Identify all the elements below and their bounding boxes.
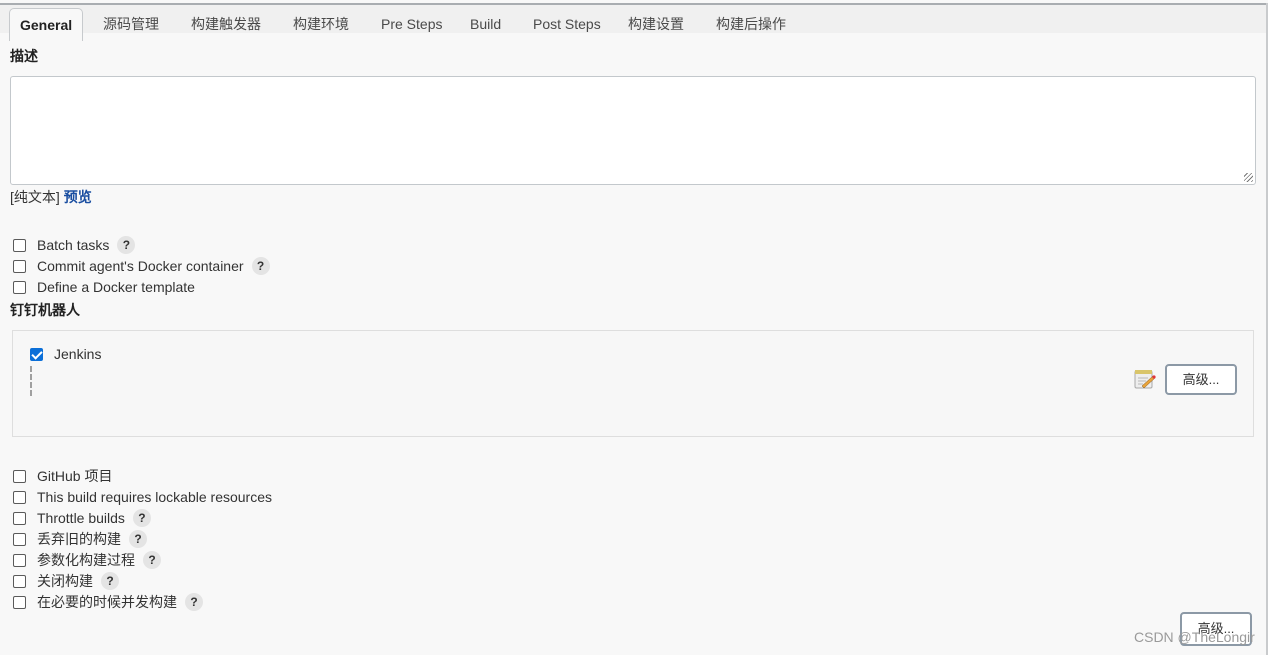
help-icon[interactable]: ? [132,509,151,527]
option-label: This build requires lockable resources [37,489,272,505]
batch-tasks-checkbox[interactable] [13,238,26,252]
throttle-builds-checkbox[interactable] [13,511,26,525]
jenkins-robot-checkbox[interactable] [30,347,43,361]
option-define-docker-template: Define a Docker template [13,277,195,297]
help-icon[interactable]: ? [117,236,136,254]
notepad-edit-icon[interactable] [1134,368,1156,390]
nested-indent-line [30,366,32,396]
parameterized-build-checkbox[interactable] [13,553,26,567]
commit-docker-checkbox[interactable] [13,259,26,273]
dingtalk-section-label: 钉钉机器人 [10,302,80,318]
help-icon[interactable]: ? [185,593,203,611]
github-project-checkbox[interactable] [13,469,26,483]
option-parameterized-build: 参数化构建过程 ? [13,550,161,570]
option-commit-docker-container: Commit agent's Docker container ? [13,256,270,276]
tab-build-settings[interactable]: 构建设置 [618,8,694,41]
description-textarea[interactable] [10,76,1256,185]
option-label: Define a Docker template [37,279,195,295]
discard-old-builds-checkbox[interactable] [13,532,26,546]
option-label: 丢弃旧的构建 [37,531,121,547]
option-label: Batch tasks [37,237,110,253]
tab-build-triggers[interactable]: 构建触发器 [181,8,271,41]
description-format-links: [纯文本] 预览 [10,187,92,207]
tab-post-steps[interactable]: Post Steps [523,8,611,41]
disable-build-checkbox[interactable] [13,574,26,588]
description-label: 描述 [10,48,38,64]
option-label: 关闭构建 [37,573,93,589]
lockable-resources-checkbox[interactable] [13,490,26,504]
option-lockable-resources: This build requires lockable resources [13,487,272,507]
option-github-project: GitHub 项目 [13,466,112,486]
option-label: 在必要的时候并发构建 [37,594,177,610]
tab-build-environment[interactable]: 构建环境 [283,8,359,41]
tab-post-build-actions[interactable]: 构建后操作 [706,8,796,41]
resize-handle[interactable] [1244,173,1253,182]
tab-pre-steps[interactable]: Pre Steps [371,8,452,41]
dingtalk-robot-panel: Jenkins [12,330,1254,437]
preview-link[interactable]: 预览 [64,189,92,205]
option-disable-build: 关闭构建 ? [13,571,119,591]
tab-general[interactable]: General [9,8,84,41]
help-icon[interactable]: ? [129,530,147,548]
tab-source-management[interactable]: 源码管理 [93,8,169,41]
concurrent-builds-checkbox[interactable] [13,595,26,609]
tab-build[interactable]: Build [460,8,511,41]
dingtalk-advanced-button[interactable]: 高级... [1165,364,1237,395]
option-label: GitHub 项目 [37,468,113,484]
option-concurrent-builds: 在必要的时候并发构建 ? [13,592,203,612]
help-icon[interactable]: ? [143,551,161,569]
option-label: Commit agent's Docker container [37,258,244,274]
robot-jenkins-row: Jenkins [30,344,101,364]
robot-label: Jenkins [54,346,102,362]
docker-template-checkbox[interactable] [13,280,26,294]
option-label: 参数化构建过程 [37,552,135,568]
plain-text-label: [纯文本] [10,189,60,205]
option-discard-old-builds: 丢弃旧的构建 ? [13,529,147,549]
option-batch-tasks: Batch tasks ? [13,235,136,255]
help-icon[interactable]: ? [251,257,270,275]
option-throttle-builds: Throttle builds ? [13,508,151,528]
config-tab-bar: General 源码管理 构建触发器 构建环境 Pre Steps Build … [0,5,1266,41]
watermark: CSDN @TheLongir [1134,629,1255,645]
help-icon[interactable]: ? [101,572,119,590]
option-label: Throttle builds [37,510,125,526]
